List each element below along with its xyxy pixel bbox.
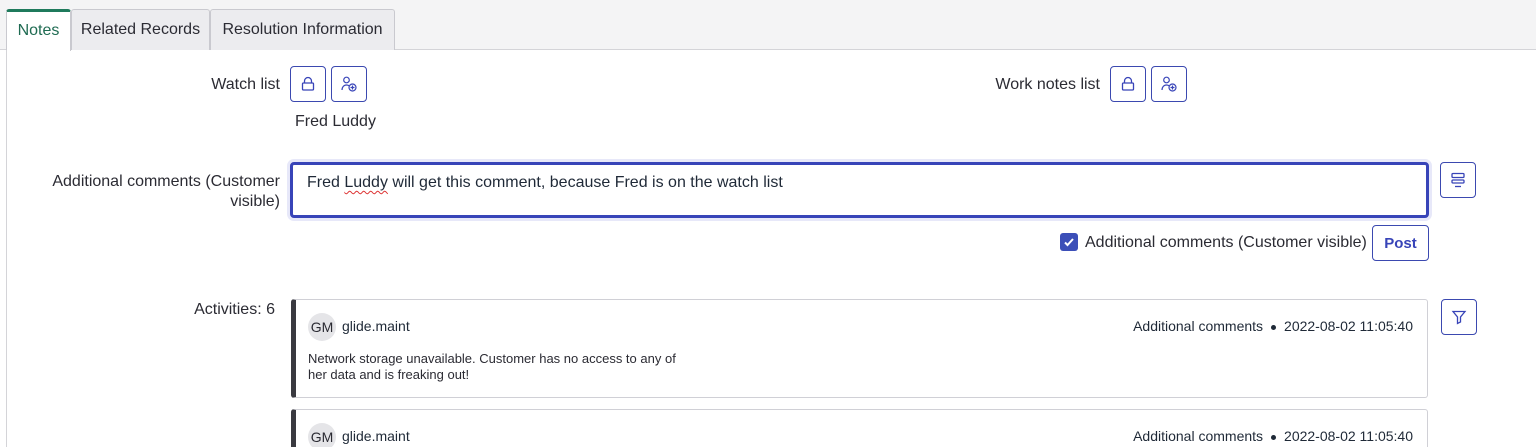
activity-meta: Additional comments 2022-08-02 11:05:40 bbox=[1133, 428, 1413, 444]
additional-comments-textarea[interactable]: Fred Luddy will get this comment, becaus… bbox=[290, 162, 1429, 218]
add-user-icon bbox=[1161, 76, 1177, 92]
tab-bar: Notes Related Records Resolution Informa… bbox=[0, 0, 1536, 51]
activity-entry: GM glide.maint Additional comments 2022-0… bbox=[291, 409, 1428, 447]
lock-icon bbox=[301, 76, 315, 91]
tab-related-records[interactable]: Related Records bbox=[71, 9, 210, 50]
incident-form-notes: Notes Related Records Resolution Informa… bbox=[0, 0, 1536, 447]
activity-user[interactable]: glide.maint bbox=[342, 318, 410, 334]
spellcheck-flagged-word: Luddy bbox=[344, 174, 388, 191]
additional-comments-label: Additional comments (Customer visible) bbox=[20, 172, 280, 212]
separator-dot bbox=[1271, 324, 1277, 330]
watch-list-lock-button[interactable] bbox=[290, 66, 326, 102]
watch-list-members: Fred Luddy bbox=[295, 113, 376, 130]
activity-filter-button[interactable] bbox=[1441, 299, 1477, 335]
post-button[interactable]: Post bbox=[1372, 225, 1429, 261]
watch-list-label: Watch list bbox=[211, 76, 280, 93]
template-toggle-button[interactable] bbox=[1440, 162, 1476, 198]
activity-entry: GM glide.maint Additional comments 2022-0… bbox=[291, 299, 1428, 398]
activity-type: Additional comments bbox=[1133, 318, 1264, 334]
activity-meta: Additional comments 2022-08-02 11:05:40 bbox=[1133, 318, 1413, 334]
customer-visible-label: Additional comments (Customer visible) bbox=[1085, 234, 1367, 251]
filter-icon bbox=[1451, 310, 1467, 325]
activity-timestamp: 2022-08-02 11:05:40 bbox=[1284, 318, 1413, 334]
separator-dot bbox=[1271, 434, 1277, 440]
comment-text-prefix: Fred bbox=[307, 174, 345, 191]
activity-body: Network storage unavailable. Customer ha… bbox=[308, 351, 728, 383]
comment-text-suffix: will get this comment, because Fred is o… bbox=[387, 174, 783, 191]
avatar: GM bbox=[308, 423, 336, 447]
label-line-2: visible) bbox=[230, 193, 280, 210]
lock-icon bbox=[1121, 76, 1135, 91]
activity-user[interactable]: glide.maint bbox=[342, 428, 410, 444]
activity-type: Additional comments bbox=[1133, 428, 1264, 444]
watch-list-add-button[interactable] bbox=[331, 66, 367, 102]
activities-label: Activities: 6 bbox=[194, 301, 275, 318]
label-line-1: Additional comments (Customer bbox=[52, 173, 280, 190]
activity-body-line-1: Network storage unavailable. Customer ha… bbox=[308, 351, 676, 366]
customer-visible-checkbox[interactable] bbox=[1060, 233, 1078, 251]
avatar: GM bbox=[308, 313, 336, 341]
tab-resolution-information[interactable]: Resolution Information bbox=[210, 9, 395, 50]
content-left-border bbox=[6, 50, 7, 447]
work-notes-lock-button[interactable] bbox=[1110, 66, 1146, 102]
checkmark-icon bbox=[1064, 238, 1074, 247]
work-notes-add-button[interactable] bbox=[1151, 66, 1187, 102]
work-notes-list-label: Work notes list bbox=[995, 76, 1100, 93]
activity-timestamp: 2022-08-02 11:05:40 bbox=[1284, 428, 1413, 444]
activity-body-line-2: her data and is freaking out! bbox=[308, 367, 470, 382]
add-user-icon bbox=[341, 76, 357, 92]
tab-notes[interactable]: Notes bbox=[6, 9, 71, 51]
template-icon bbox=[1451, 172, 1465, 188]
